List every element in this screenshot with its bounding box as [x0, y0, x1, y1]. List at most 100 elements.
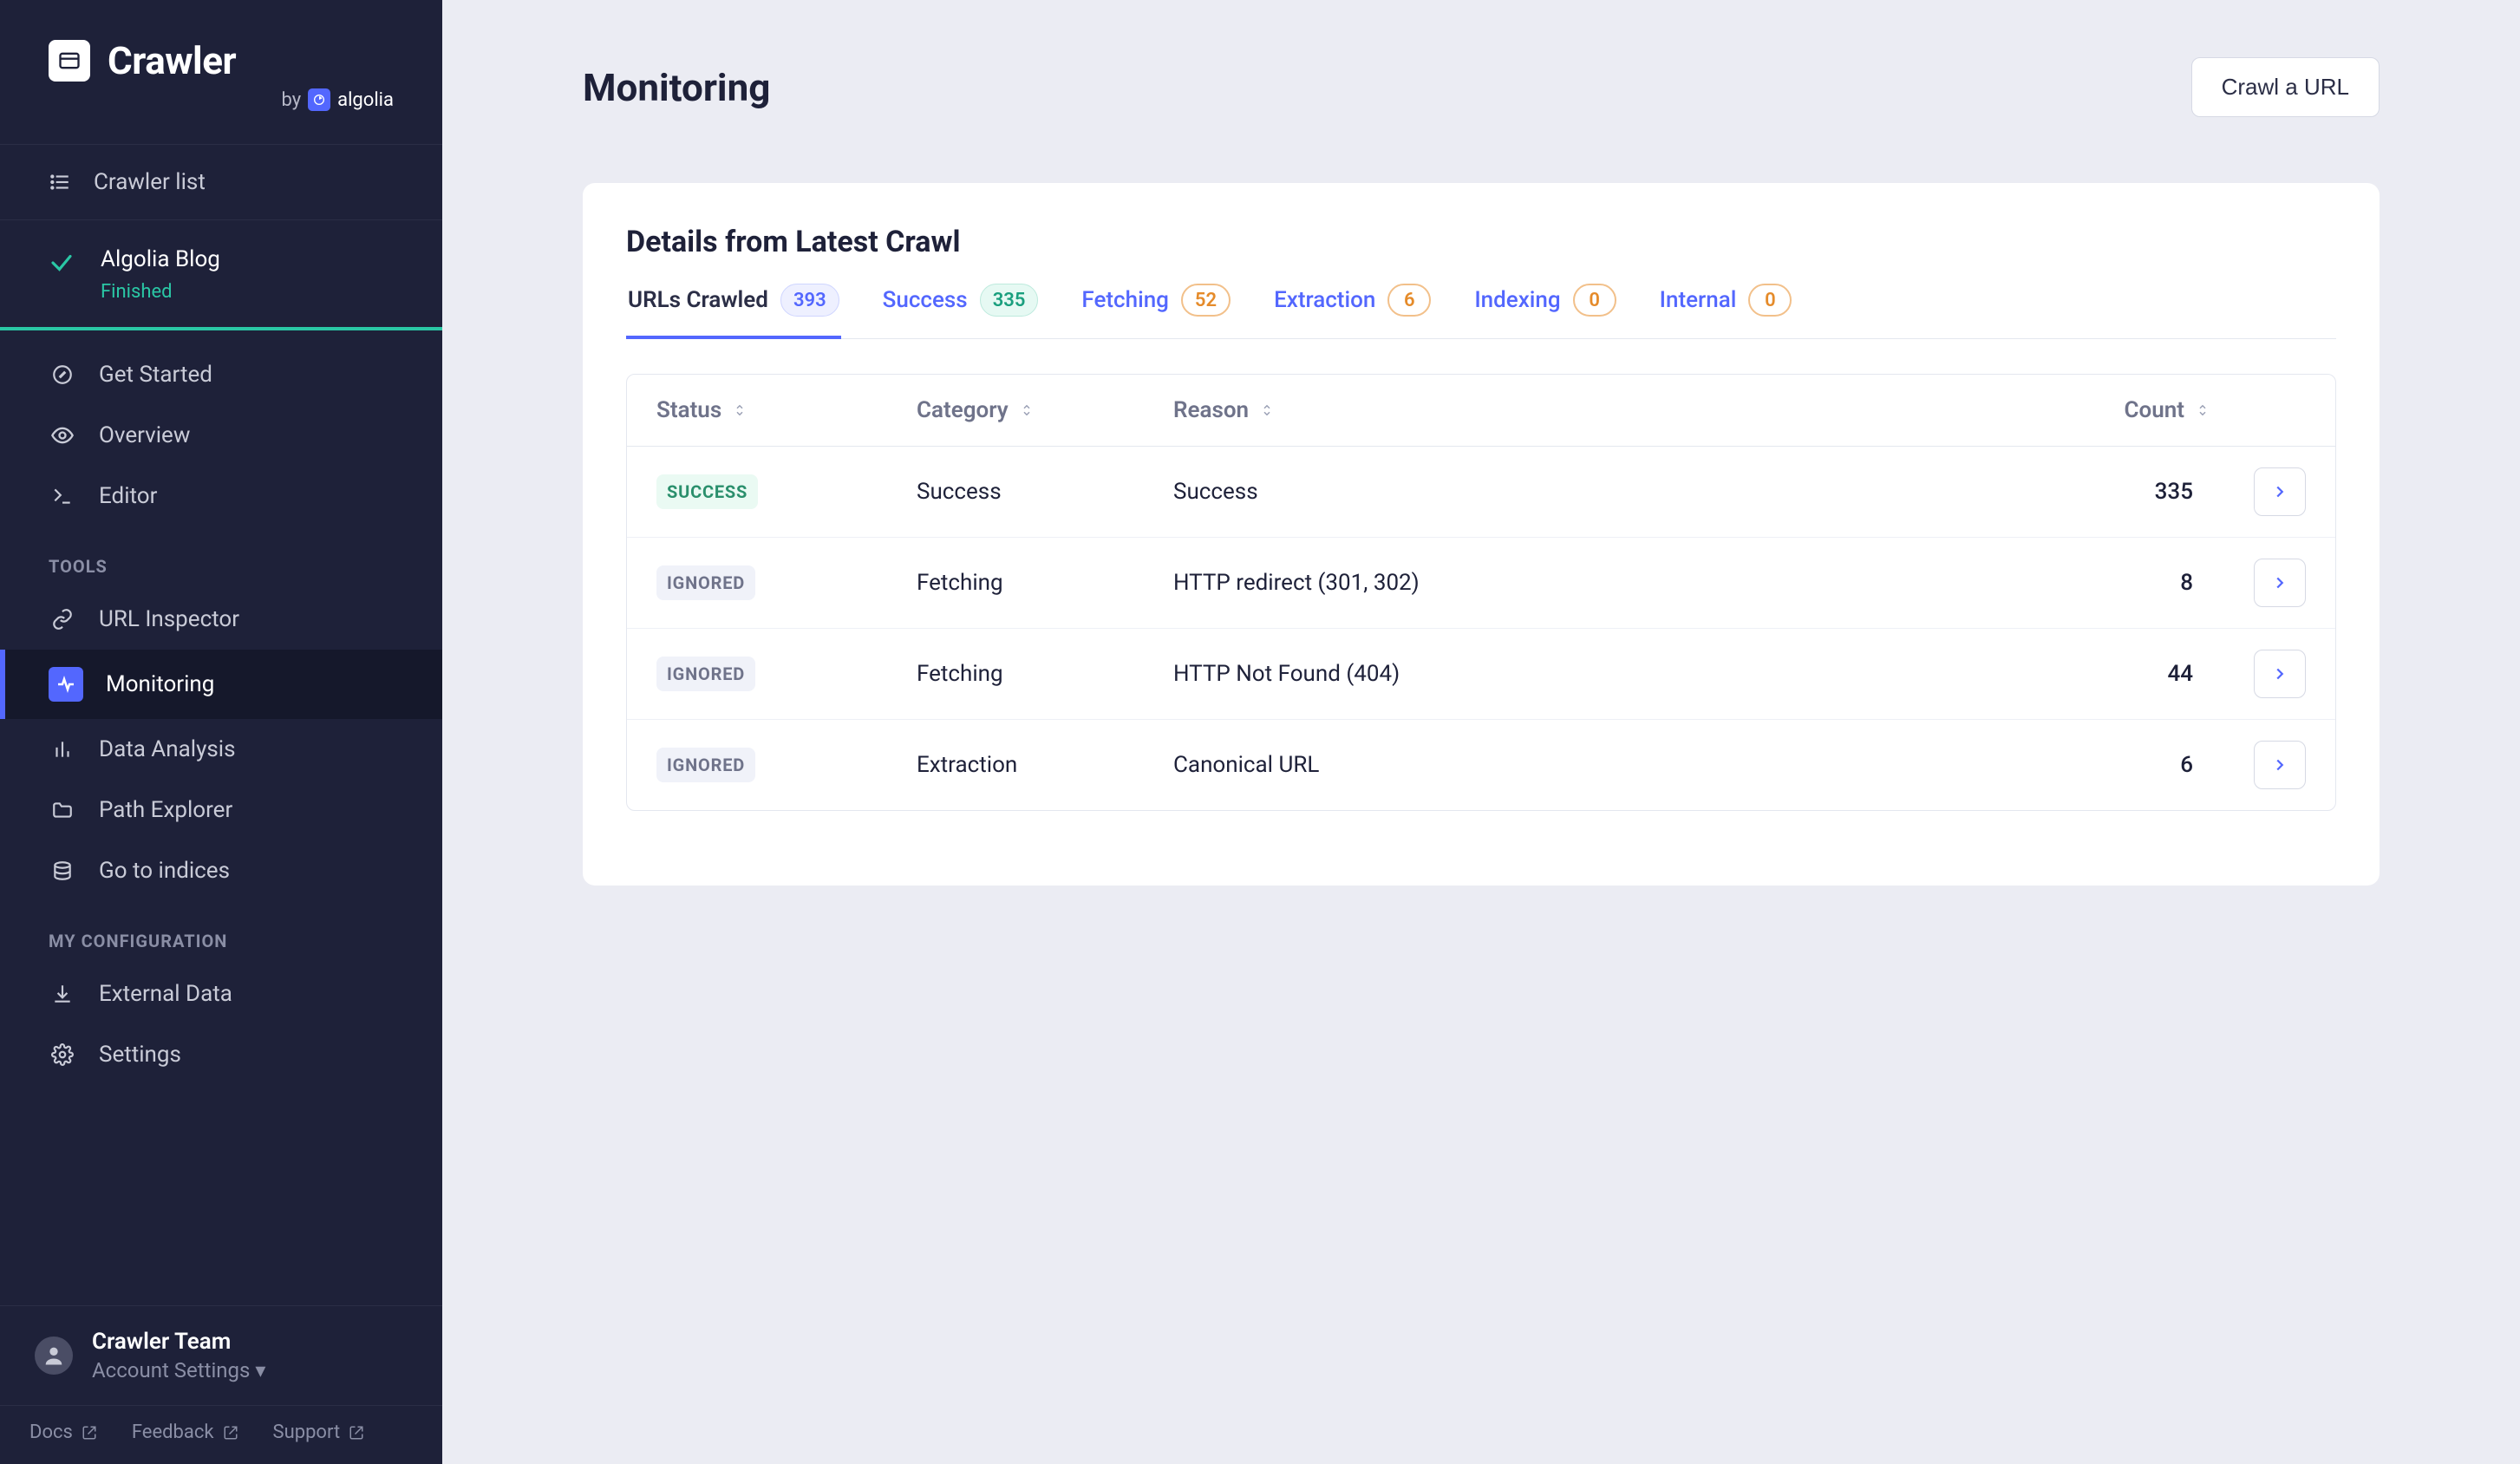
cell-category: Extraction — [917, 752, 1173, 778]
sort-icon — [2195, 402, 2210, 418]
sidebar-item-monitoring[interactable]: Monitoring — [0, 650, 442, 719]
external-link-icon — [223, 1425, 238, 1441]
cell-reason: HTTP Not Found (404) — [1173, 661, 2020, 687]
cell-count: 44 — [2020, 661, 2210, 687]
sidebar-item-settings[interactable]: Settings — [0, 1024, 442, 1085]
crawler-list-label: Crawler list — [94, 169, 206, 195]
project-name: Algolia Blog — [101, 246, 220, 272]
sidebar-item-path-explorer[interactable]: Path Explorer — [0, 780, 442, 840]
expand-row-button[interactable] — [2254, 559, 2306, 607]
col-count[interactable]: Count — [2020, 397, 2210, 423]
sort-icon — [1259, 402, 1275, 418]
sidebar-item-label: Get Started — [99, 362, 212, 388]
page-title: Monitoring — [583, 65, 770, 110]
nav: Get Started Overview Editor TOOLS URL I — [0, 330, 442, 1305]
sidebar-item-label: Editor — [99, 483, 157, 509]
table-row: SUCCESSSuccessSuccess335 — [627, 447, 2335, 538]
brand-vendor: algolia — [337, 89, 394, 111]
database-icon — [49, 859, 76, 882]
docs-link[interactable]: Docs — [29, 1422, 97, 1443]
cell-reason: Success — [1173, 479, 2020, 505]
table-row: IGNOREDFetchingHTTP redirect (301, 302)8 — [627, 538, 2335, 629]
support-link[interactable]: Support — [273, 1422, 365, 1443]
results-table: Status Category Reason — [626, 374, 2336, 811]
tab-internal[interactable]: Internal 0 — [1658, 284, 1794, 339]
brand-by: by — [281, 89, 301, 111]
account-menu[interactable]: Crawler Team Account Settings ▾ — [0, 1306, 442, 1405]
algolia-badge-icon — [308, 88, 330, 111]
expand-row-button[interactable] — [2254, 467, 2306, 516]
cell-count: 6 — [2020, 752, 2210, 778]
tab-fetching[interactable]: Fetching52 — [1080, 284, 1232, 339]
check-icon — [49, 250, 75, 276]
sidebar-item-go-to-indices[interactable]: Go to indices — [0, 840, 442, 901]
status-pill: IGNORED — [656, 748, 755, 782]
tab-count-badge: 393 — [780, 284, 839, 317]
avatar-icon — [35, 1337, 73, 1375]
table-row: IGNOREDExtractionCanonical URL6 — [627, 720, 2335, 810]
tab-success[interactable]: Success 335 — [881, 284, 1041, 339]
tab-count-badge: 0 — [1748, 284, 1792, 317]
sidebar-item-data-analysis[interactable]: Data Analysis — [0, 719, 442, 780]
col-category[interactable]: Category — [917, 397, 1173, 423]
account-settings-label: Account Settings ▾ — [92, 1358, 265, 1382]
folder-icon — [49, 799, 76, 821]
chevron-right-icon — [2270, 573, 2289, 592]
feedback-link[interactable]: Feedback — [132, 1422, 238, 1443]
table-row: IGNORED FetchingHTTP Not Found (404)44 — [627, 629, 2335, 720]
link-icon — [49, 608, 76, 631]
sidebar-item-overview[interactable]: Overview — [0, 405, 442, 466]
project-selector[interactable]: Algolia Blog Finished — [0, 220, 442, 330]
sidebar: Crawler by algolia Crawler list — [0, 0, 442, 1464]
compass-icon — [49, 363, 76, 386]
status-pill: IGNORED — [656, 657, 755, 691]
details-panel: Details from Latest Crawl URLs Crawled 39… — [583, 183, 2380, 886]
tab-extraction[interactable]: Extraction 6 — [1272, 284, 1433, 339]
tab-label: Success — [883, 287, 968, 313]
col-status[interactable]: Status — [656, 397, 917, 423]
tab-label: Internal — [1660, 287, 1737, 313]
tab-label: Fetching — [1081, 287, 1169, 313]
sidebar-item-label: URL Inspector — [99, 606, 239, 632]
status-pill: SUCCESS — [656, 474, 758, 509]
activity-icon — [49, 667, 83, 702]
cell-category: Fetching — [917, 661, 1173, 687]
panel-title: Details from Latest Crawl — [626, 225, 2336, 259]
tab-count-badge: 335 — [980, 284, 1039, 317]
list-icon — [49, 171, 71, 193]
sidebar-item-editor[interactable]: Editor — [0, 466, 442, 526]
chevron-right-icon — [2270, 482, 2289, 501]
tab-count-badge: 6 — [1387, 284, 1431, 317]
tab-label: URLs Crawled — [628, 287, 768, 313]
project-status: Finished — [101, 281, 220, 303]
main: Monitoring Crawl a URL Details from Late… — [442, 0, 2520, 1464]
crawler-list-link[interactable]: Crawler list — [0, 145, 442, 219]
sidebar-item-label: Settings — [99, 1042, 181, 1068]
expand-row-button[interactable] — [2254, 741, 2306, 789]
tab-indexing[interactable]: Indexing0 — [1472, 284, 1617, 339]
col-reason[interactable]: Reason — [1173, 397, 2020, 423]
brand: Crawler by algolia — [0, 0, 442, 144]
tab-urls-crawled[interactable]: URLs Crawled 393 — [626, 284, 841, 339]
sort-icon — [1019, 402, 1035, 418]
expand-row-button[interactable] — [2254, 650, 2306, 698]
gear-icon — [49, 1043, 76, 1066]
download-icon — [49, 983, 76, 1005]
nav-section-tools: TOOLS — [0, 526, 442, 589]
cell-category: Fetching — [917, 570, 1173, 596]
sidebar-item-external-data[interactable]: External Data — [0, 964, 442, 1024]
external-link-icon — [82, 1425, 97, 1441]
tab-label: Indexing — [1474, 287, 1560, 313]
nav-section-config: MY CONFIGURATION — [0, 901, 442, 964]
sidebar-item-get-started[interactable]: Get Started — [0, 344, 442, 405]
terminal-icon — [49, 485, 76, 507]
crawl-url-button[interactable]: Crawl a URL — [2191, 57, 2380, 117]
team-name: Crawler Team — [92, 1329, 265, 1355]
user-area: Crawler Team Account Settings ▾ Docs Fee… — [0, 1305, 442, 1464]
sidebar-item-url-inspector[interactable]: URL Inspector — [0, 589, 442, 650]
sidebar-item-label: Data Analysis — [99, 736, 236, 762]
sidebar-item-label: Go to indices — [99, 858, 230, 884]
tab-label: Extraction — [1274, 287, 1375, 313]
sort-icon — [732, 402, 748, 418]
brand-name: Crawler — [108, 38, 236, 83]
